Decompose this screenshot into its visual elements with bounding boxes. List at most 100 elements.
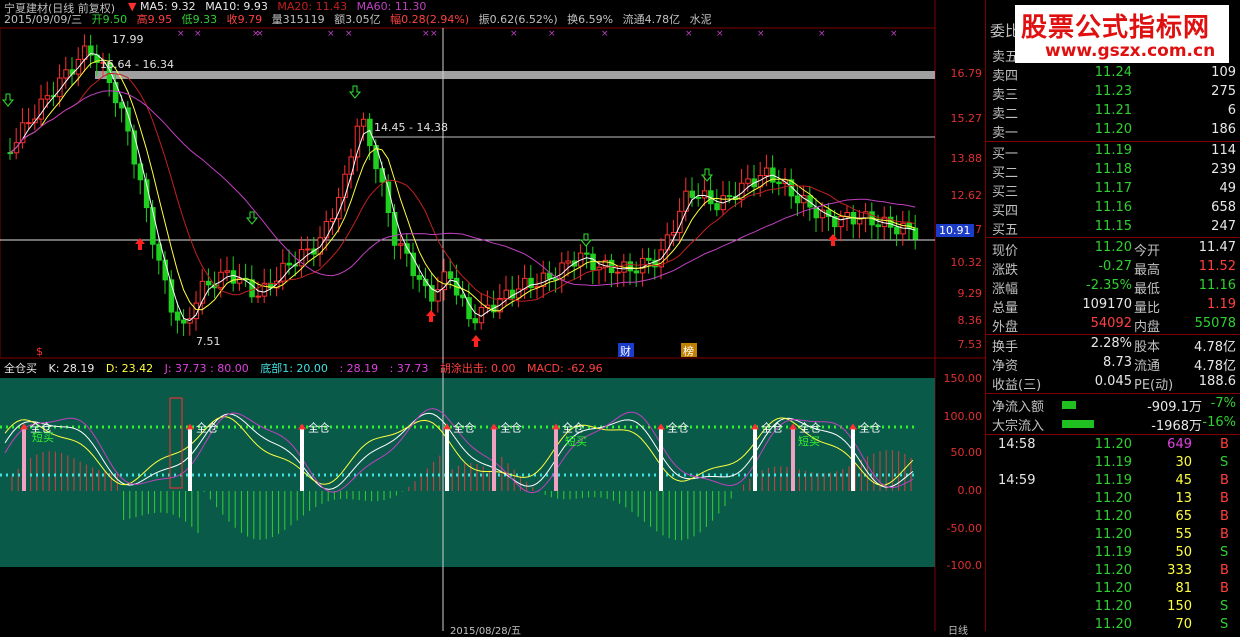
sell-price: 11.23 [1094, 84, 1132, 99]
price-tick-label: 10.32 [950, 256, 983, 269]
tick-row[interactable]: 11.20 70 S [992, 617, 1238, 635]
signal-bar [791, 427, 795, 491]
candle-body [745, 178, 751, 184]
tick-row[interactable]: 11.20 333 B [992, 563, 1238, 581]
tick-row[interactable]: 11.20 150 S [992, 599, 1238, 617]
range-band [95, 71, 935, 79]
flow-label: 净流入额 [992, 400, 1045, 415]
candle-body [447, 271, 454, 279]
price-tick-label: 8.36 [957, 314, 983, 327]
signal-bar [22, 427, 26, 491]
candle-body [360, 118, 367, 127]
sell-volume: 109 [1211, 65, 1236, 80]
quote-panel: 委比 卖五 卖四 11.24 109 卖三 11.23 275 卖二 11.21 6 卖一 11.20… [985, 0, 1240, 632]
buy-price: 11.16 [1094, 200, 1132, 215]
stat-value: -0.27 [1098, 259, 1132, 274]
quancang-label: 全仓 [308, 420, 330, 434]
stat-value-2: 1.19 [1207, 297, 1236, 312]
signal-bar [851, 427, 855, 491]
fin-label: 换手 [992, 340, 1019, 355]
buy-volume: 239 [1211, 162, 1236, 177]
tick-row[interactable]: 11.19 30 S [992, 455, 1238, 473]
up-arrow-icon [828, 234, 838, 246]
candle-body [398, 243, 404, 246]
duanmai-label: 短买 [798, 434, 820, 448]
candle-body [714, 203, 720, 211]
flow-bar [1062, 401, 1076, 409]
buy-volume: 49 [1219, 181, 1236, 196]
candle-body [615, 271, 621, 274]
stat-row: 现价 11.20 今开 11.47 [992, 240, 1238, 259]
candle-body [230, 270, 237, 284]
tick-row[interactable]: 14:58 11.20 649 B [992, 437, 1238, 455]
candle-body [410, 252, 416, 277]
tick-side: B [1220, 491, 1229, 506]
candle-body [249, 279, 255, 298]
change-label: 幅0.28(2.94%) [390, 13, 470, 26]
amplitude-label: 振0.62(6.52%) [478, 13, 558, 26]
tick-row[interactable]: 11.20 13 B [992, 491, 1238, 509]
tick-row[interactable]: 11.19 50 S [992, 545, 1238, 563]
quancang-label: 全仓 [196, 420, 218, 434]
price-tick-label: 16.79 [950, 67, 983, 80]
candle-body [627, 261, 633, 272]
price-tick-label: 13.88 [950, 152, 983, 165]
tick-side: B [1220, 581, 1229, 596]
tick-row[interactable]: 14:59 11.19 45 B [992, 473, 1238, 491]
indicator-tick-label: 150.00 [943, 372, 983, 385]
fin-row: 换手 2.28% 股本 4.78亿 [992, 336, 1238, 355]
tick-qty: 81 [1175, 581, 1192, 596]
signal-bar [188, 427, 192, 491]
x-mark: × [716, 29, 724, 39]
tick-side: B [1220, 437, 1229, 452]
indicator-tick-label: 100.00 [943, 410, 983, 423]
x-mark: × [890, 29, 898, 39]
v1-value: : 28.19 [339, 362, 379, 375]
flow-bar [1062, 420, 1094, 428]
buy-price: 11.17 [1094, 181, 1132, 196]
x-mark: × [256, 29, 264, 39]
stat-label: 涨跌 [992, 263, 1019, 278]
stat-row: 外盘 54092 内盘 55078 [992, 316, 1238, 335]
sell-label: 卖三 [992, 88, 1019, 103]
low-label: 低9.33 [181, 13, 218, 26]
candle-body [348, 156, 354, 175]
sell-label: 卖一 [992, 126, 1019, 141]
tick-qty: 333 [1167, 563, 1192, 578]
amount-label: 额3.05亿 [334, 13, 381, 26]
quancang-label: 全仓 [859, 420, 881, 434]
stat-value-2: 11.47 [1198, 240, 1236, 255]
sell-row-2: 卖三 11.23 275 [992, 84, 1238, 103]
d-value: D: 23.42 [105, 362, 154, 375]
tick-qty: 55 [1175, 527, 1192, 542]
tick-row[interactable]: 11.20 55 B [992, 527, 1238, 545]
x-mark: × [422, 29, 430, 39]
range2-annotation: 14.45 - 14.38 [374, 121, 448, 134]
divider [986, 237, 1240, 238]
buy-label: 买一 [992, 147, 1019, 162]
kline-chart[interactable]: 17.997.5116.64 - 16.3414.45 - 14.38财 榜$× ×… [0, 0, 985, 631]
date-label: 2015/09/09/三 [4, 13, 83, 26]
high-label: 高9.95 [136, 13, 173, 26]
chart-area[interactable]: 17.99 7.51 16.64 - 16.34 14.45 - 14.38 财榜 $ × ×… [0, 0, 985, 637]
tick-row[interactable]: 11.20 81 B [992, 581, 1238, 599]
tick-price: 11.19 [1094, 455, 1132, 470]
sell-price: 11.24 [1094, 65, 1132, 80]
candle-body [584, 252, 590, 255]
candle-body [112, 82, 119, 104]
volume-label: 量315119 [271, 13, 325, 26]
bang-label: 榜 [683, 344, 694, 358]
price-tick-label: 15.27 [950, 112, 983, 125]
candle-body [224, 270, 230, 273]
tick-price: 11.20 [1094, 563, 1132, 578]
quancang-label: 全仓 [500, 420, 522, 434]
candle-body [63, 69, 69, 79]
price-tick-label: 9.29 [957, 287, 983, 300]
quancang-label: 全仓 [453, 420, 475, 434]
x-mark: × [548, 29, 556, 39]
signal-bar [659, 427, 663, 491]
buy-volume: 247 [1211, 219, 1236, 234]
divider [986, 334, 1240, 335]
tick-row[interactable]: 11.20 65 B [992, 509, 1238, 527]
sell-row-3: 卖二 11.21 6 [992, 103, 1238, 122]
